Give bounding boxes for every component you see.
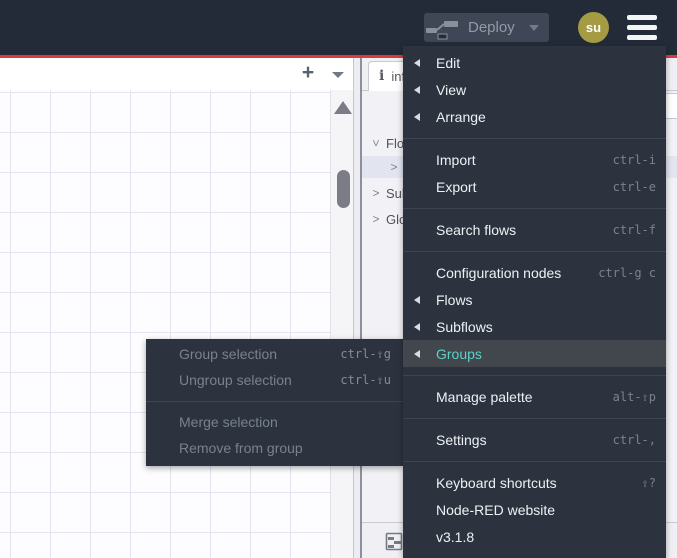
menu-item-version[interactable]: v3.1.8	[403, 523, 666, 550]
sidebar-splitter[interactable]	[353, 57, 362, 558]
menu-item-shortcut: ctrl-i	[612, 152, 656, 167]
menu-item-view[interactable]: View	[403, 76, 666, 103]
chevron-right-icon[interactable]: >	[370, 186, 382, 200]
menu-item-shortcut: ctrl-f	[612, 222, 656, 237]
menu-item-label: Edit	[436, 54, 461, 71]
menu-item-label: Import	[436, 151, 476, 168]
flow-canvas[interactable]	[0, 90, 353, 558]
menu-separator	[403, 460, 666, 462]
submenu-item-group-selection[interactable]: Group selection ctrl-⇧g	[146, 341, 403, 367]
menu-item-label: Groups	[436, 345, 482, 362]
add-flow-button[interactable]: +	[297, 61, 319, 85]
main-menu-button[interactable]	[627, 15, 657, 40]
groups-submenu: Group selection ctrl-⇧g Ungroup selectio…	[146, 339, 403, 466]
chevron-down-icon[interactable]: >	[369, 137, 383, 149]
menu-item-subflows[interactable]: Subflows	[403, 313, 666, 340]
menu-separator	[403, 207, 666, 209]
menu-item-label: Node-RED website	[436, 501, 556, 518]
hamburger-icon	[627, 15, 657, 20]
menu-separator	[403, 374, 666, 376]
deploy-nodes-icon	[426, 20, 458, 39]
workspace-tabbar: +	[0, 57, 353, 91]
main-menu-dropdown: Edit View Arrange Import ctrl-i Export c…	[403, 46, 666, 558]
submenu-arrow-icon	[414, 322, 420, 331]
menu-item-configuration-nodes[interactable]: Configuration nodes ctrl-g c	[403, 259, 666, 286]
deploy-button[interactable]: Deploy	[424, 13, 549, 42]
menu-item-label: Flows	[436, 291, 473, 308]
submenu-arrow-icon	[414, 58, 420, 67]
menu-item-groups[interactable]: Groups	[403, 340, 666, 367]
menu-item-label: Subflows	[436, 318, 493, 335]
menu-item-edit[interactable]: Edit	[403, 49, 666, 76]
menu-item-label: View	[436, 81, 467, 98]
submenu-arrow-icon	[414, 349, 420, 358]
menu-item-label: Settings	[436, 431, 487, 448]
menu-separator	[403, 250, 666, 252]
menu-item-import[interactable]: Import ctrl-i	[403, 146, 666, 173]
menu-item-label: Ungroup selection	[179, 372, 292, 388]
menu-item-flows[interactable]: Flows	[403, 286, 666, 313]
menu-item-label: Manage palette	[436, 388, 533, 405]
menu-item-nodered-website[interactable]: Node-RED website	[403, 496, 666, 523]
submenu-item-merge-selection[interactable]: Merge selection	[146, 409, 403, 435]
hamburger-icon	[627, 25, 657, 30]
menu-item-label: Group selection	[179, 346, 278, 362]
menu-item-label: Keyboard shortcuts	[436, 474, 557, 491]
menu-item-manage-palette[interactable]: Manage palette alt-⇧p	[403, 383, 666, 410]
menu-item-label: Search flows	[436, 221, 517, 238]
menu-item-shortcut: ctrl-e	[612, 179, 656, 194]
canvas-vscrollbar-track[interactable]	[330, 90, 354, 558]
submenu-item-ungroup-selection[interactable]: Ungroup selection ctrl-⇧u	[146, 367, 403, 393]
menu-item-label: Arrange	[436, 108, 486, 125]
menu-item-search-flows[interactable]: Search flows ctrl-f	[403, 216, 666, 243]
menu-item-label: Merge selection	[179, 414, 278, 430]
chevron-right-icon[interactable]: >	[388, 160, 400, 174]
canvas-vscrollbar-thumb[interactable]	[337, 170, 350, 208]
submenu-arrow-icon	[414, 85, 420, 94]
menu-item-shortcut: ctrl-g c	[598, 265, 656, 280]
menu-item-arrange[interactable]: Arrange	[403, 103, 666, 130]
submenu-arrow-icon	[414, 112, 420, 121]
menu-item-label: Remove from group	[179, 440, 303, 456]
deploy-label: Deploy	[468, 19, 515, 36]
chevron-right-icon[interactable]: >	[370, 212, 382, 226]
menu-item-label: Export	[436, 178, 477, 195]
menu-item-shortcut: ctrl-,	[612, 432, 656, 447]
menu-item-shortcut: ctrl-⇧u	[340, 373, 391, 387]
menu-item-shortcut: ⇧?	[641, 475, 656, 490]
menu-item-settings[interactable]: Settings ctrl-,	[403, 426, 666, 453]
submenu-item-remove-from-group[interactable]: Remove from group	[146, 435, 403, 461]
menu-separator	[403, 137, 666, 139]
menu-item-keyboard-shortcuts[interactable]: Keyboard shortcuts ⇧?	[403, 469, 666, 496]
info-icon: i	[379, 68, 385, 85]
flow-list-caret-icon[interactable]	[332, 71, 344, 78]
menu-item-shortcut: alt-⇧p	[612, 389, 656, 404]
deploy-dropdown-caret-icon[interactable]	[528, 24, 539, 31]
hamburger-icon	[627, 35, 657, 40]
menu-item-shortcut: ctrl-⇧g	[340, 347, 391, 361]
menu-separator	[146, 400, 403, 402]
user-avatar[interactable]: su	[578, 12, 609, 43]
scroll-up-arrow-icon[interactable]	[334, 101, 352, 114]
menu-item-export[interactable]: Export ctrl-e	[403, 173, 666, 200]
menu-separator	[403, 417, 666, 419]
menu-item-label: v3.1.8	[436, 528, 475, 545]
menu-item-label: Configuration nodes	[436, 264, 562, 281]
submenu-arrow-icon	[414, 295, 420, 304]
outline-toggle-icon[interactable]	[385, 531, 404, 552]
